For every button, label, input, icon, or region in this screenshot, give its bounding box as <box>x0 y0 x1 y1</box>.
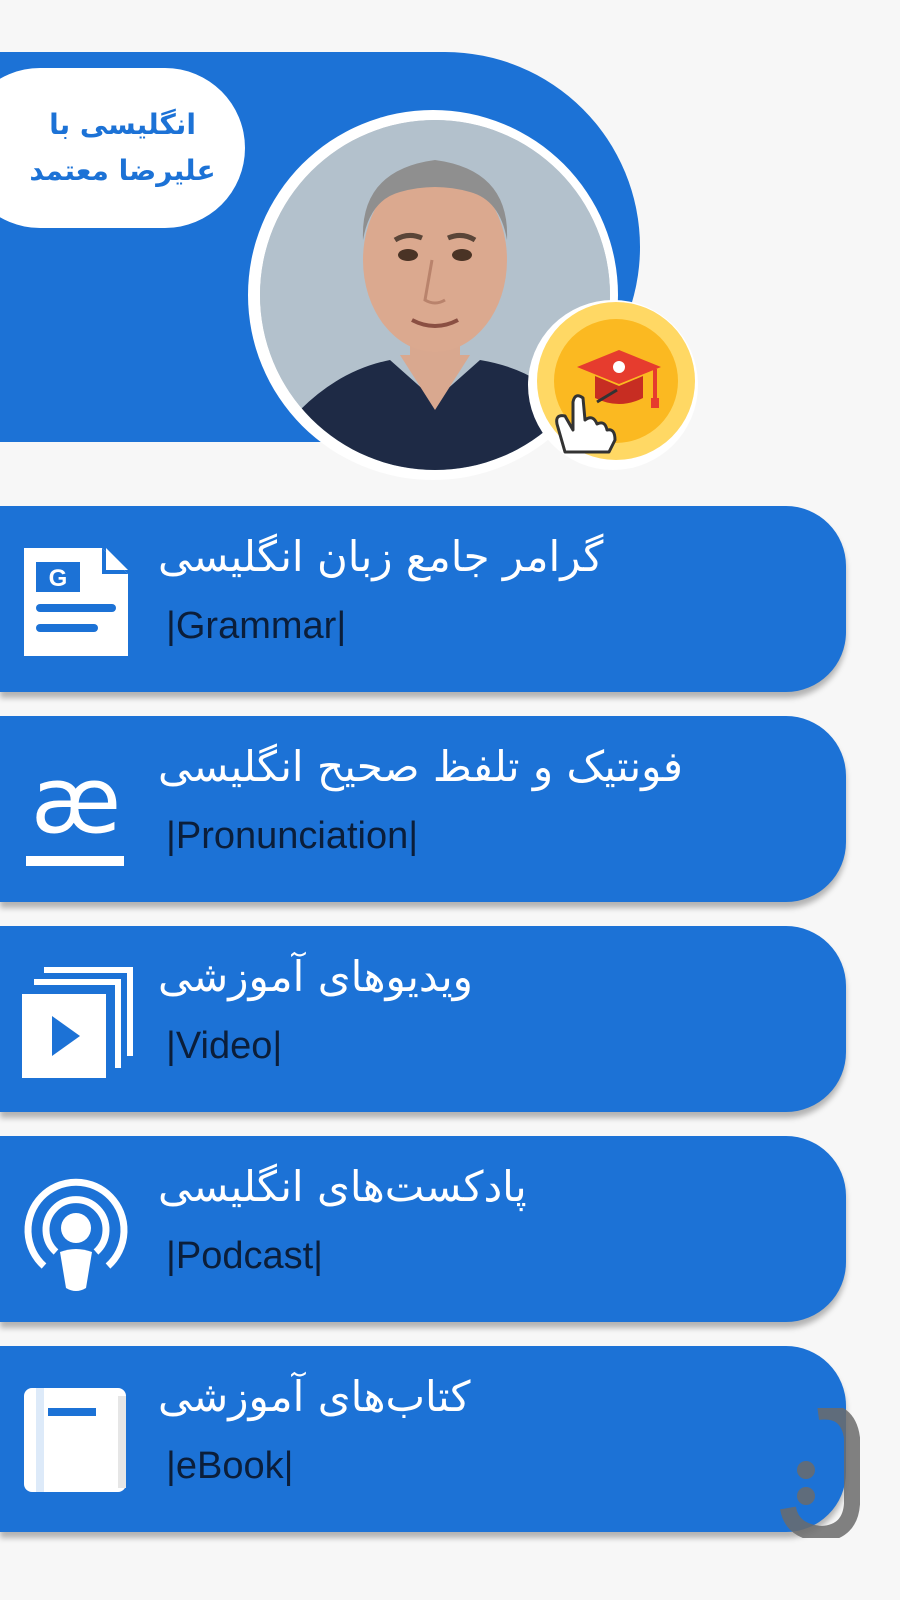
menu-item-title: کتاب‌های آموزشی <box>158 1372 471 1421</box>
menu-item-podcast[interactable]: پادکست‌های انگلیسی |Podcast| <box>0 1136 846 1322</box>
menu-item-title: فونتیک و تلفظ صحیح انگلیسی <box>158 742 683 791</box>
menu-item-subtitle: |Video| <box>166 1025 283 1067</box>
menu-item-pronunciation[interactable]: æ فونتیک و تلفظ صحیح انگلیسی |Pronunciat… <box>0 716 846 902</box>
app-title-line2: علیرضا معتمد <box>29 154 216 187</box>
menu-item-subtitle: |Podcast| <box>166 1235 324 1277</box>
menu-item-title: ویدیوهای آموزشی <box>158 952 473 1001</box>
phonetic-ae-icon: æ <box>26 748 124 866</box>
store-watermark-icon <box>780 1408 860 1538</box>
menu-item-title: پادکست‌های انگلیسی <box>158 1162 527 1211</box>
menu-item-grammar[interactable]: G گرامر جامع زبان انگلیسی |Grammar| <box>0 506 846 692</box>
graduation-cap-tap-icon <box>555 350 661 454</box>
podcast-icon <box>24 1178 128 1291</box>
menu-item-title: گرامر جامع زبان انگلیسی <box>158 532 604 581</box>
video-stack-icon <box>22 967 133 1078</box>
menu-item-subtitle: |Pronunciation| <box>166 815 419 857</box>
menu-item-video[interactable]: ویدیوهای آموزشی |Video| <box>0 926 846 1112</box>
grammar-document-icon: G <box>24 548 128 656</box>
ebook-icon <box>24 1388 126 1492</box>
menu-item-subtitle: |eBook| <box>166 1445 294 1487</box>
svg-text:G: G <box>49 565 68 592</box>
education-badge[interactable] <box>537 302 695 460</box>
app-title-pill: انگلیسی با علیرضا معتمد <box>0 68 245 228</box>
app-title-line1: انگلیسی با <box>49 108 196 141</box>
menu-item-subtitle: |Grammar| <box>166 605 347 647</box>
menu-item-ebook[interactable]: کتاب‌های آموزشی |eBook| <box>0 1346 846 1532</box>
svg-text:æ: æ <box>31 748 121 854</box>
